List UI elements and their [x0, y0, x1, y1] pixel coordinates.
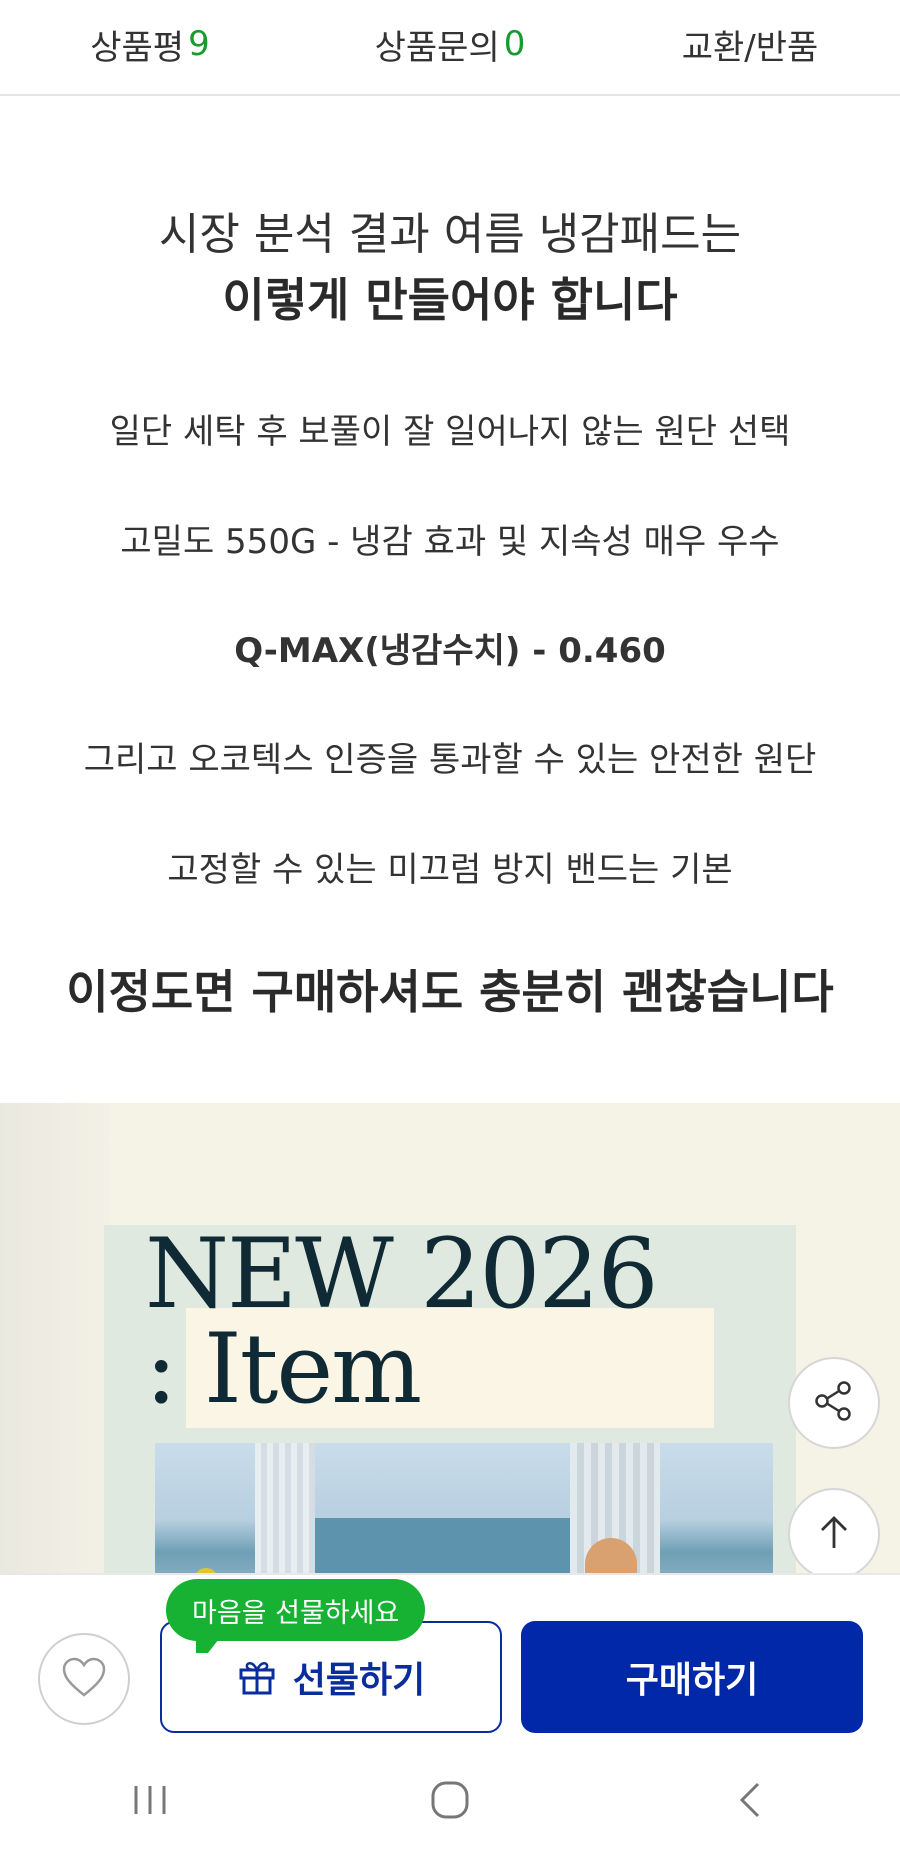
tab-exchange-return-label: 교환/반품 [681, 27, 819, 68]
banner-curtain [0, 1103, 110, 1573]
banner-title-line-2: : Item [145, 1313, 422, 1425]
description-line-emphasis: Q-MAX(냉감수치) - 0.460 [234, 631, 666, 671]
recent-apps-button[interactable] [0, 1743, 300, 1861]
tab-exchange-return[interactable]: 교환/반품 [600, 0, 900, 94]
headline-line-2: 이렇게 만들어야 합니다 [222, 273, 678, 327]
description-line: 일단 세탁 후 보풀이 잘 일어나지 않는 원단 선택 [109, 412, 791, 452]
photo-sea [315, 1518, 570, 1573]
wishlist-button[interactable] [38, 1633, 130, 1725]
share-icon [812, 1379, 856, 1427]
gift-tooltip-tail [196, 1635, 222, 1653]
tab-inquiries-count: 0 [503, 24, 526, 64]
back-button[interactable] [600, 1743, 900, 1861]
back-icon [730, 1778, 770, 1826]
gift-button-label: 선물하기 [292, 1660, 426, 1701]
heart-icon [60, 1655, 108, 1703]
tab-inquiries[interactable]: 상품문의 0 [300, 0, 600, 94]
promo-banner-image: NEW 2026 : Item [0, 1103, 900, 1573]
share-button[interactable] [788, 1357, 880, 1449]
headline-line-1: 시장 분석 결과 여름 냉감패드는 [158, 209, 742, 260]
review-tab-bar: 상품평 9 상품문의 0 교환/반품 [0, 0, 900, 96]
description-line: 고밀도 550G - 냉감 효과 및 지속성 매우 우수 [120, 522, 780, 562]
home-icon [428, 1778, 472, 1826]
tab-reviews[interactable]: 상품평 9 [0, 0, 300, 94]
closing-statement: 이정도면 구매하셔도 충분히 괜찮습니다 [66, 965, 834, 1019]
tab-reviews-count: 9 [188, 24, 210, 64]
photo-curtain-left [255, 1443, 315, 1573]
scroll-top-button[interactable] [788, 1488, 880, 1580]
banner-photo [155, 1443, 773, 1573]
system-nav-bar [0, 1743, 900, 1861]
home-button[interactable] [300, 1743, 600, 1861]
buy-button[interactable]: 구매하기 [521, 1621, 863, 1733]
tab-reviews-label: 상품평 [90, 27, 185, 68]
recent-apps-icon [128, 1780, 172, 1824]
description-line: 고정할 수 있는 미끄럼 방지 밴드는 기본 [167, 850, 733, 890]
purchase-action-bar: 선물하기 구매하기 마음을 선물하세요 [0, 1573, 900, 1743]
buy-button-label: 구매하기 [625, 1660, 759, 1701]
tab-inquiries-label: 상품문의 [374, 27, 500, 68]
arrow-up-icon [812, 1510, 856, 1558]
description-line: 그리고 오코텍스 인증을 통과할 수 있는 안전한 원단 [83, 740, 817, 780]
gift-tooltip: 마음을 선물하세요 [166, 1579, 426, 1641]
gift-tooltip-text: 마음을 선물하세요 [192, 1597, 400, 1629]
gift-icon [237, 1657, 277, 1697]
